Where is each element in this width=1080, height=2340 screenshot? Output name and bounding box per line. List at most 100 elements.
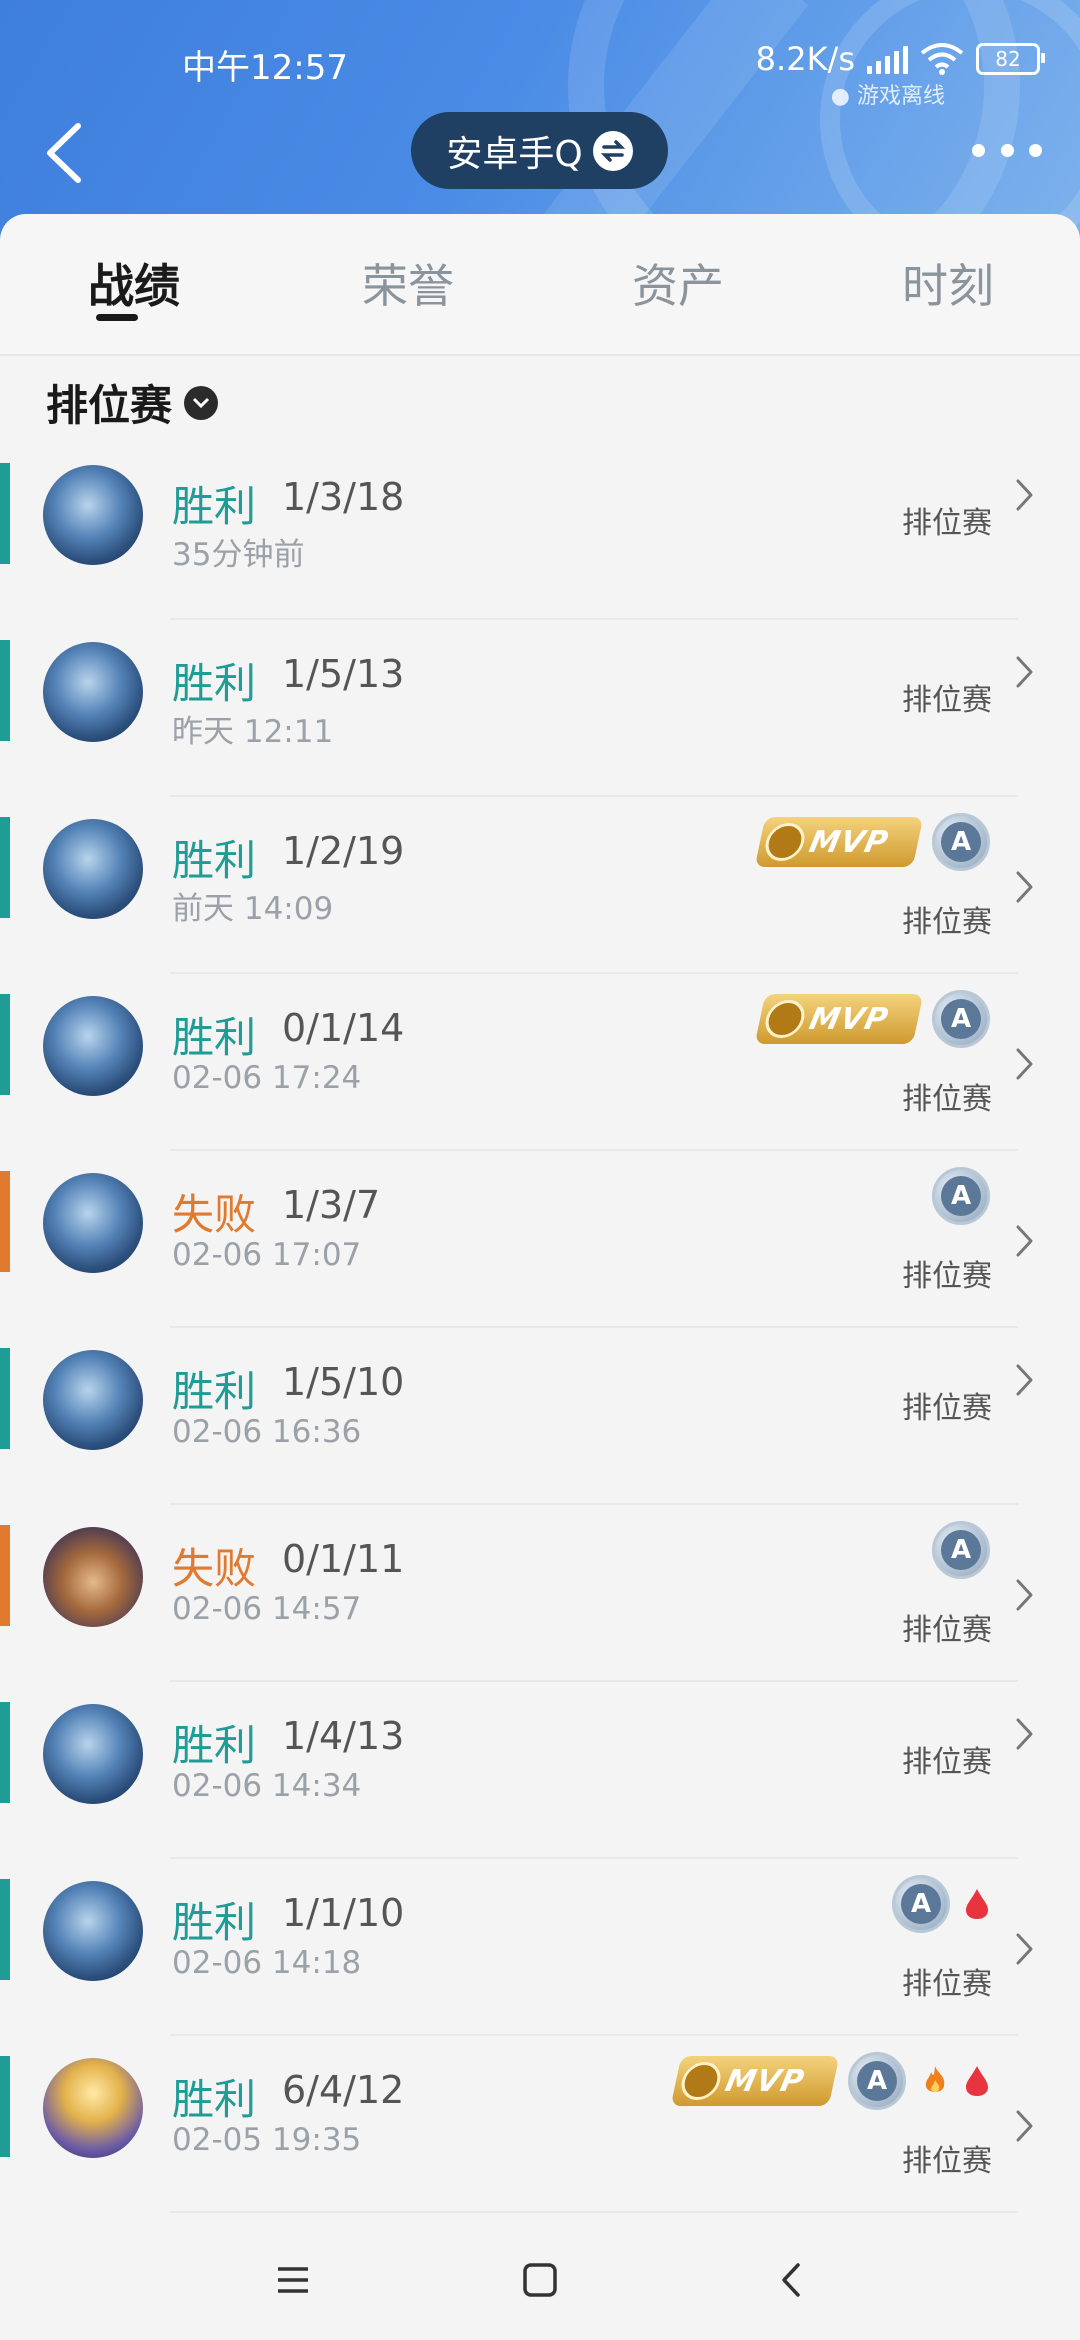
match-badges: MVP A bbox=[754, 990, 990, 1048]
offline-label: 游戏离线 bbox=[856, 84, 945, 109]
menu-button[interactable] bbox=[268, 2255, 318, 2305]
grade-label: A bbox=[941, 822, 981, 862]
mvp-label: MVP bbox=[806, 1001, 892, 1037]
match-mode: 排位赛 bbox=[902, 905, 992, 940]
grade-badge: A bbox=[932, 813, 990, 871]
mvp-badge: MVP bbox=[754, 817, 924, 867]
match-kda: 1/3/7 bbox=[282, 1183, 381, 1227]
match-kda: 1/4/13 bbox=[282, 1714, 405, 1758]
mode-filter-dropdown[interactable]: 排位赛 bbox=[46, 372, 219, 433]
row-divider bbox=[170, 2211, 1018, 2213]
result-indicator-bar bbox=[0, 1702, 10, 1803]
chevron-right-icon bbox=[1016, 1048, 1033, 1080]
nav-back-button[interactable] bbox=[766, 2255, 816, 2305]
back-button[interactable] bbox=[36, 118, 96, 188]
match-row[interactable]: 胜利 1/1/10 02-06 14:18 A 排位赛 bbox=[0, 1859, 1080, 2036]
match-row[interactable]: 失败 0/1/11 02-06 14:57 A 排位赛 bbox=[0, 1505, 1080, 1682]
grade-label: A bbox=[941, 999, 981, 1039]
blood-drop-icon bbox=[966, 1889, 988, 1919]
match-kda: 1/5/13 bbox=[282, 652, 405, 696]
more-dot bbox=[1029, 143, 1042, 157]
grade-label: A bbox=[901, 1884, 941, 1924]
match-result: 胜利 bbox=[172, 1367, 257, 1416]
battery-level: 82 bbox=[995, 47, 1021, 71]
app-header: 中午12:57 8.2K/s 82 ● 游戏离线 安卓手Q bbox=[0, 0, 1080, 240]
menu-icon bbox=[278, 2267, 308, 2293]
tab-assets[interactable]: 资产 bbox=[632, 250, 724, 316]
hero-avatar bbox=[43, 1527, 143, 1627]
match-row[interactable]: 胜利 1/2/19 前天 14:09 MVP A 排位赛 bbox=[0, 797, 1080, 974]
match-result: 胜利 bbox=[172, 2075, 257, 2124]
account-title: 安卓手Q bbox=[446, 133, 583, 175]
mvp-badge: MVP bbox=[754, 994, 924, 1044]
match-badges: A bbox=[892, 1875, 990, 1933]
match-result: 失败 bbox=[172, 1190, 257, 1239]
mvp-label: MVP bbox=[806, 824, 892, 860]
result-indicator-bar bbox=[0, 640, 10, 741]
match-badges: MVP A bbox=[670, 2052, 990, 2110]
more-dot bbox=[972, 143, 985, 157]
hero-avatar bbox=[43, 465, 143, 565]
match-mode: 排位赛 bbox=[902, 1613, 992, 1648]
match-row[interactable]: 胜利 1/5/13 昨天 12:11 排位赛 bbox=[0, 620, 1080, 797]
status-time: 中午12:57 bbox=[182, 48, 348, 88]
match-kda: 0/1/11 bbox=[282, 1537, 405, 1581]
result-indicator-bar bbox=[0, 994, 10, 1095]
grade-badge: A bbox=[932, 1521, 990, 1579]
match-row[interactable]: 失败 1/3/7 02-06 17:07 A 排位赛 bbox=[0, 1151, 1080, 1328]
grade-badge: A bbox=[892, 1875, 950, 1933]
match-time: 35分钟前 bbox=[172, 537, 305, 573]
match-time: 前天 14:09 bbox=[172, 891, 334, 927]
hero-avatar bbox=[43, 2058, 143, 2158]
match-time: 02-06 16:36 bbox=[172, 1414, 362, 1450]
match-mode: 排位赛 bbox=[902, 1745, 992, 1780]
blood-drop-icon bbox=[966, 2066, 988, 2096]
home-button[interactable] bbox=[515, 2255, 565, 2305]
tab-record[interactable]: 战绩 bbox=[88, 250, 180, 316]
match-kda: 1/5/10 bbox=[282, 1360, 405, 1404]
chevron-right-icon bbox=[1016, 871, 1033, 903]
match-time: 昨天 12:11 bbox=[172, 714, 334, 750]
match-time: 02-06 14:57 bbox=[172, 1591, 362, 1627]
mode-filter-label: 排位赛 bbox=[46, 381, 173, 430]
match-badges: A bbox=[932, 1521, 990, 1579]
match-result: 胜利 bbox=[172, 482, 257, 531]
chevron-right-icon bbox=[1016, 1579, 1033, 1611]
match-result: 胜利 bbox=[172, 1898, 257, 1947]
match-kda: 0/1/14 bbox=[282, 1006, 405, 1050]
chevron-right-icon bbox=[1016, 656, 1033, 688]
hero-avatar bbox=[43, 819, 143, 919]
hero-avatar bbox=[43, 642, 143, 742]
mvp-coin-icon bbox=[761, 1000, 809, 1038]
match-time: 02-06 17:07 bbox=[172, 1237, 362, 1273]
tab-honor[interactable]: 荣誉 bbox=[362, 250, 454, 316]
account-switch-button[interactable]: 安卓手Q bbox=[411, 112, 668, 189]
mvp-badge: MVP bbox=[670, 2056, 840, 2106]
fire-icon bbox=[925, 2066, 945, 2092]
match-kda: 1/3/18 bbox=[282, 475, 405, 519]
result-indicator-bar bbox=[0, 817, 10, 918]
match-row[interactable]: 胜利 0/1/14 02-06 17:24 MVP A 排位赛 bbox=[0, 974, 1080, 1151]
match-row[interactable]: 胜利 1/5/10 02-06 16:36 排位赛 bbox=[0, 1328, 1080, 1505]
more-dot bbox=[1000, 143, 1014, 157]
match-mode: 排位赛 bbox=[902, 1967, 992, 2002]
match-kda: 1/1/10 bbox=[282, 1891, 405, 1935]
more-options-button[interactable] bbox=[972, 135, 1042, 165]
signal-icon bbox=[867, 44, 908, 74]
match-row[interactable]: 胜利 1/4/13 02-06 14:34 排位赛 bbox=[0, 1682, 1080, 1859]
battery-icon: 82 bbox=[976, 43, 1045, 75]
hero-avatar bbox=[43, 1881, 143, 1981]
tab-moments[interactable]: 时刻 bbox=[902, 250, 994, 316]
result-indicator-bar bbox=[0, 1879, 10, 1980]
hero-avatar bbox=[43, 1350, 143, 1450]
chevron-right-icon bbox=[1016, 1364, 1033, 1396]
chevron-right-icon bbox=[1016, 1225, 1033, 1257]
match-result: 失败 bbox=[172, 1544, 257, 1593]
grade-badge: A bbox=[932, 990, 990, 1048]
chevron-down-icon bbox=[184, 385, 219, 420]
match-row[interactable]: 胜利 6/4/12 02-05 19:35 MVP A 排位赛 bbox=[0, 2036, 1080, 2213]
system-navigation-bar bbox=[0, 2215, 1080, 2340]
chevron-right-icon bbox=[1016, 479, 1033, 511]
header-decoration bbox=[820, 0, 1080, 240]
match-row[interactable]: 胜利 1/3/18 35分钟前 排位赛 bbox=[0, 443, 1080, 620]
